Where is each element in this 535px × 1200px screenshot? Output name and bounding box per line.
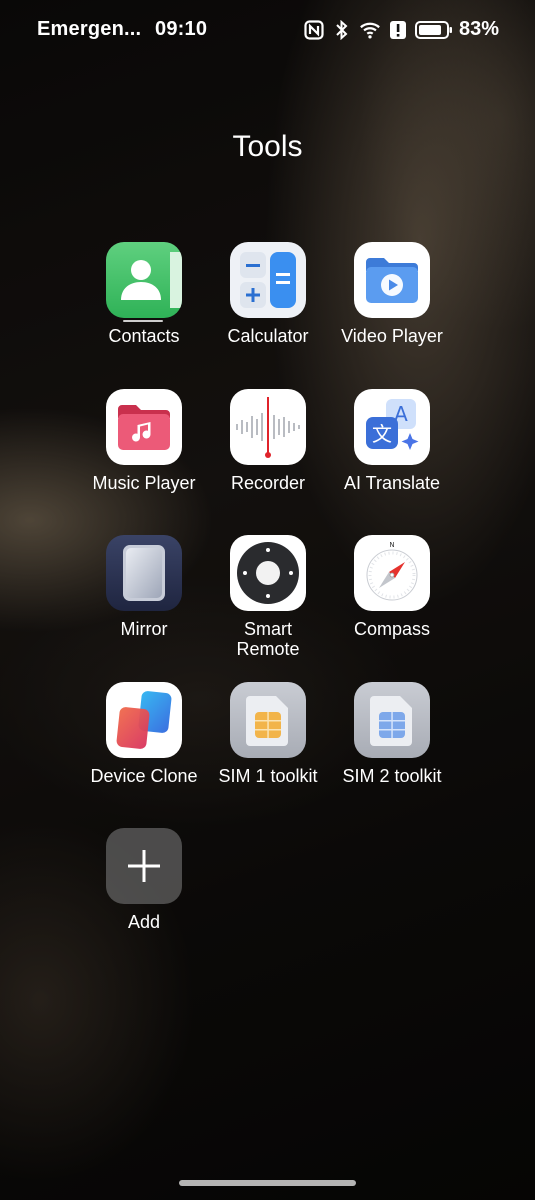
- carrier-text: Emergen...: [37, 18, 142, 40]
- wifi-icon: [359, 19, 381, 41]
- status-right: 83%: [303, 18, 499, 41]
- app-label: Contacts: [108, 326, 180, 346]
- app-label: Video Player: [341, 326, 443, 346]
- app-grid: Contacts Calculator Video Player Music P…: [82, 242, 454, 975]
- app-device-clone[interactable]: Device Clone: [82, 681, 206, 829]
- app-label: Calculator: [227, 326, 309, 346]
- add-icon: [106, 828, 182, 904]
- app-label: AI Translate: [343, 472, 441, 493]
- recorder-icon: [230, 388, 306, 465]
- mirror-icon: [106, 535, 182, 611]
- app-label: Recorder: [230, 472, 306, 493]
- svg-text:N: N: [389, 541, 394, 549]
- folder-title[interactable]: Tools: [0, 130, 535, 164]
- app-mirror[interactable]: Mirror: [82, 535, 206, 682]
- app-recorder[interactable]: Recorder: [206, 388, 330, 536]
- app-music-player[interactable]: Music Player: [82, 388, 206, 536]
- add-app-button[interactable]: Add: [82, 828, 206, 975]
- status-left: Emergen... 09:10: [37, 18, 215, 41]
- app-label: Smart Remote: [236, 619, 300, 659]
- clock: 09:10: [155, 18, 208, 40]
- app-video-player[interactable]: Video Player: [330, 242, 454, 389]
- app-smart-remote[interactable]: Smart Remote: [206, 535, 330, 682]
- sim1-toolkit-icon: [230, 681, 306, 758]
- app-sim1-toolkit[interactable]: SIM 1 toolkit: [206, 681, 330, 829]
- bluetooth-icon: [331, 19, 353, 41]
- smart-remote-icon: [230, 535, 306, 611]
- ai-translate-icon: A 文: [354, 388, 430, 465]
- alert-icon: [387, 19, 409, 41]
- status-bar: Emergen... 09:10 83%: [0, 14, 535, 44]
- contacts-icon: [106, 242, 182, 318]
- video-player-icon: [354, 242, 430, 318]
- app-label: SIM 1 toolkit: [218, 765, 318, 786]
- device-clone-icon: [106, 681, 182, 758]
- app-label: Music Player: [92, 472, 196, 493]
- battery-icon: [414, 19, 453, 41]
- app-sim2-toolkit[interactable]: SIM 2 toolkit: [330, 681, 454, 829]
- sim2-toolkit-icon: [354, 681, 430, 758]
- home-indicator[interactable]: [179, 1180, 356, 1186]
- music-player-icon: [106, 388, 182, 465]
- app-label: Device Clone: [90, 765, 198, 786]
- app-label: SIM 2 toolkit: [342, 765, 442, 786]
- app-label: Add: [127, 912, 161, 932]
- compass-icon: N: [354, 535, 430, 611]
- app-contacts[interactable]: Contacts: [82, 242, 206, 389]
- svg-text:文: 文: [372, 422, 392, 446]
- app-label: Mirror: [120, 619, 168, 639]
- calculator-icon: [230, 242, 306, 318]
- battery-percent: 83%: [458, 18, 499, 40]
- app-compass[interactable]: N Compass: [330, 535, 454, 682]
- app-calculator[interactable]: Calculator: [206, 242, 330, 389]
- nfc-icon: [303, 19, 325, 41]
- app-label: Compass: [353, 619, 431, 639]
- app-ai-translate[interactable]: A 文 AI Translate: [330, 388, 454, 536]
